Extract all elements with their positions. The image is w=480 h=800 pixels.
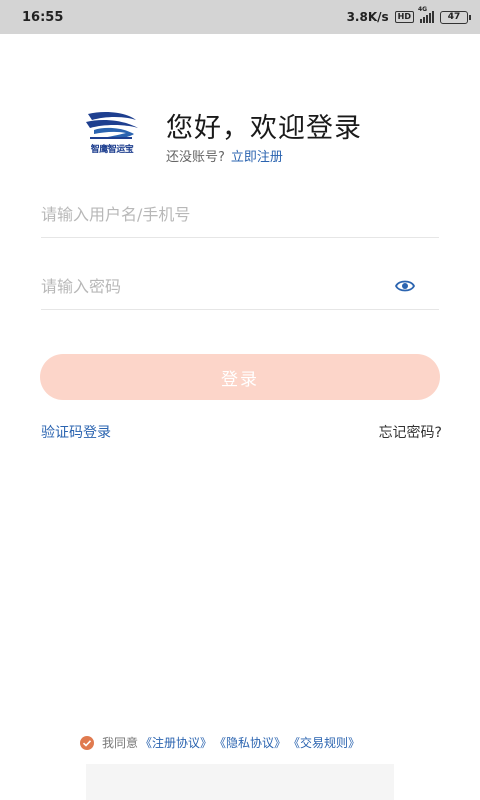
net-speed: 3.8K/s bbox=[346, 10, 389, 24]
password-input[interactable] bbox=[41, 264, 439, 309]
hd-icon: HD bbox=[394, 11, 414, 23]
network-type: 4G bbox=[418, 6, 428, 13]
checkbox-checked-icon[interactable] bbox=[80, 735, 94, 750]
agree-prefix: 我同意 bbox=[102, 736, 139, 750]
no-account-text: 还没账号? bbox=[166, 150, 225, 165]
bottom-bar bbox=[86, 764, 394, 800]
trade-rules-link[interactable]: 《交易规则》 bbox=[288, 734, 360, 751]
register-agreement-link[interactable]: 《注册协议》 bbox=[140, 734, 212, 751]
eye-icon[interactable] bbox=[395, 277, 415, 295]
sms-login-link[interactable]: 验证码登录 bbox=[41, 422, 111, 442]
login-header: 智鹰智运宝 您好，欢迎登录 还没账号? 立即注册 bbox=[84, 106, 444, 166]
status-time: 16:55 bbox=[22, 9, 64, 25]
privacy-agreement-link[interactable]: 《隐私协议》 bbox=[214, 734, 286, 751]
register-prompt: 还没账号? 立即注册 bbox=[166, 146, 283, 165]
password-field[interactable] bbox=[41, 264, 439, 310]
register-link[interactable]: 立即注册 bbox=[231, 150, 283, 165]
agreement-row: 我同意 《注册协议》 《隐私协议》 《交易规则》 bbox=[80, 734, 360, 751]
welcome-title: 您好，欢迎登录 bbox=[166, 113, 362, 144]
username-field[interactable] bbox=[41, 192, 439, 238]
signal-icon: 4G bbox=[418, 6, 434, 23]
username-input[interactable] bbox=[41, 192, 439, 237]
battery-icon: 47 bbox=[440, 10, 471, 24]
status-icons: 3.8K/s HD 4G 47 bbox=[346, 6, 471, 24]
status-bar: 16:55 3.8K/s HD 4G 47 bbox=[0, 0, 480, 34]
forgot-password-link[interactable]: 忘记密码? bbox=[379, 422, 442, 442]
logo-text: 智鹰智运宝 bbox=[90, 145, 134, 155]
login-button[interactable]: 登录 bbox=[40, 354, 440, 400]
